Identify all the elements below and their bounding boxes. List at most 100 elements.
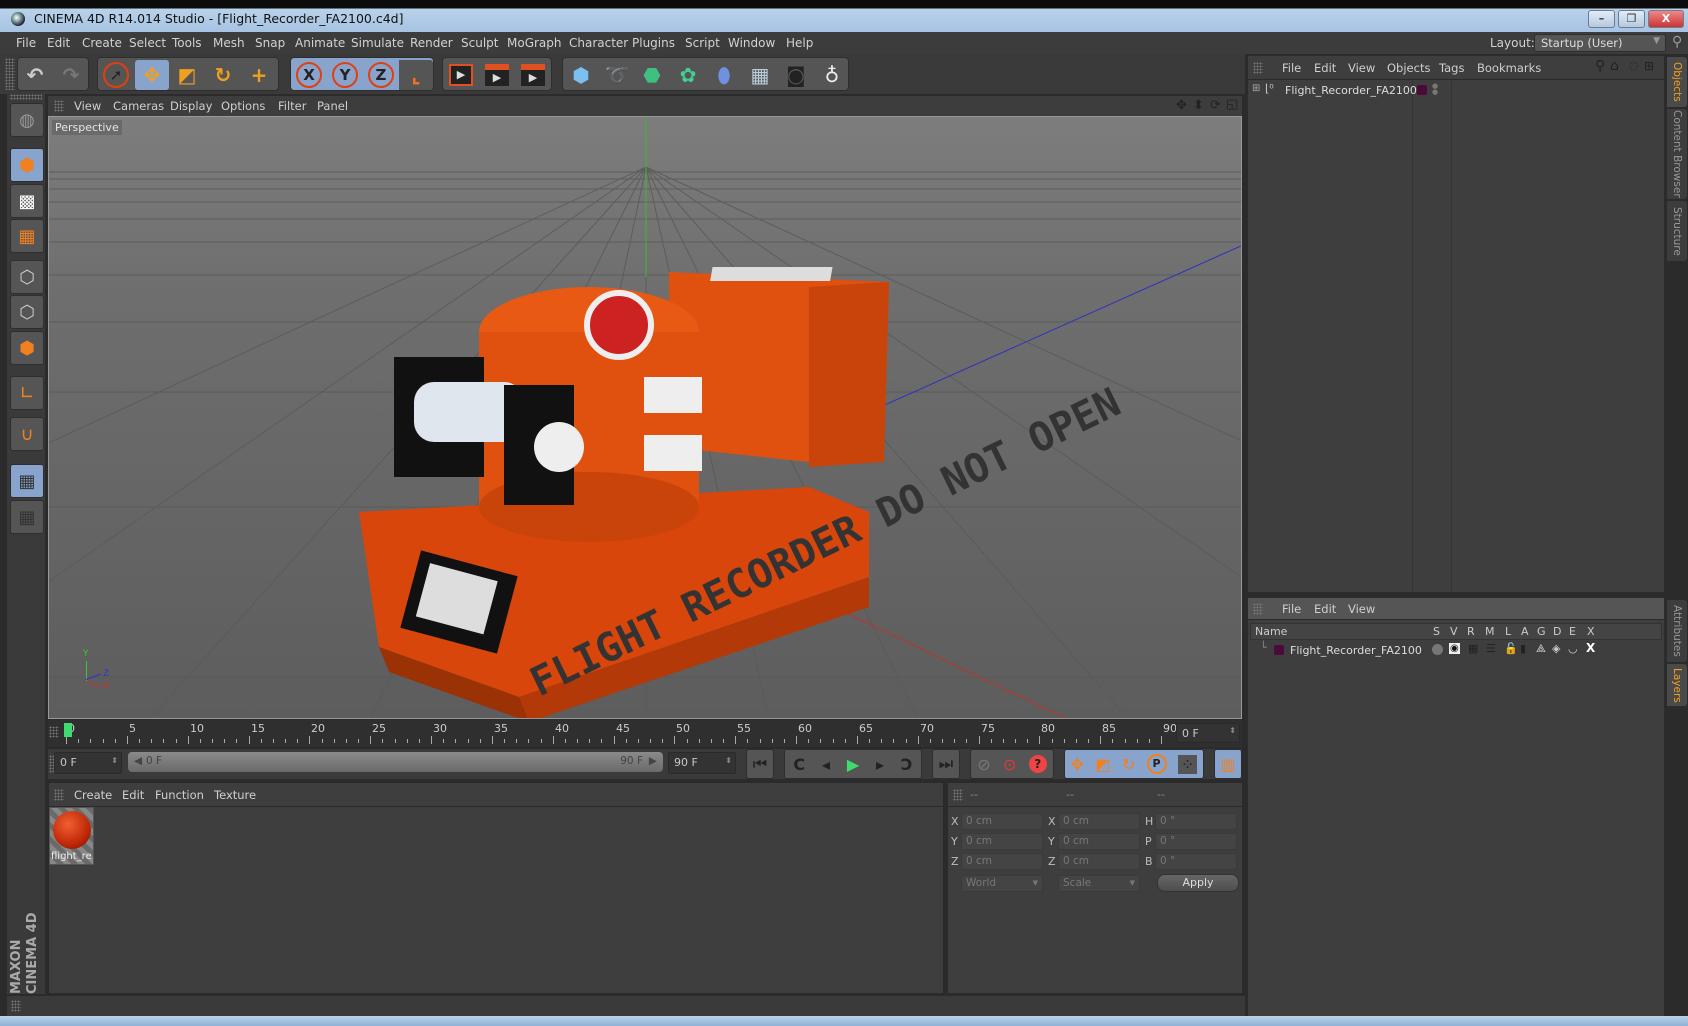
axis-mode-button[interactable]: ∟ [10, 376, 44, 410]
menu-window[interactable]: Window [728, 36, 775, 50]
menu-help[interactable]: Help [786, 36, 813, 50]
tab-objects[interactable]: Objects [1667, 57, 1687, 107]
goto-end-button[interactable]: ⏭ [932, 749, 960, 779]
record-position-button[interactable]: ✥ [1071, 755, 1084, 774]
record-scale-button[interactable]: ◩ [1095, 755, 1110, 774]
deformers-icon[interactable]: ◈ [1552, 642, 1560, 655]
layer-column-l[interactable]: L [1505, 625, 1511, 638]
restore-button[interactable]: ❐ [1618, 10, 1645, 28]
visibility-dots-icon[interactable]: ● ● [1432, 83, 1438, 96]
rot-b-field[interactable]: 0 ° [1155, 853, 1237, 870]
layer-color-swatch[interactable] [1274, 645, 1284, 655]
rot-h-field[interactable]: 0 ° [1155, 813, 1237, 830]
object-menu-objects[interactable]: Objects [1387, 61, 1430, 75]
workplane-lock-button[interactable]: ▦ [10, 464, 44, 498]
minimize-button[interactable]: – [1588, 10, 1615, 28]
zoom-icon[interactable]: ⬍ [1193, 98, 1204, 113]
add-deformer-button[interactable]: ⬮ [707, 60, 741, 90]
coordinate-mode-select[interactable]: World ▼ [961, 875, 1043, 892]
menu-sculpt[interactable]: Sculpt [461, 36, 498, 50]
layer-menu-edit[interactable]: Edit [1314, 602, 1336, 616]
menu-character[interactable]: Character [569, 36, 628, 50]
add-cube-button[interactable]: ⬢ [564, 60, 598, 90]
goto-next-frame-button[interactable]: ▸ [876, 755, 884, 774]
render-clapper-icon[interactable]: ▦ [1468, 642, 1478, 655]
object-menu-bookmarks[interactable]: Bookmarks [1477, 61, 1541, 75]
model-mode-button[interactable]: ⬢ [10, 148, 44, 182]
expand-icon[interactable]: ⊞ [1252, 83, 1260, 94]
layer-column-r[interactable]: R [1467, 625, 1475, 638]
menu-select[interactable]: Select [129, 36, 166, 50]
goto-prev-key-button[interactable]: C [793, 755, 805, 774]
start-frame-field[interactable]: 0 F ⬍ [54, 752, 122, 774]
animation-icon[interactable]: ▮ [1520, 642, 1526, 655]
scale-tool-button[interactable]: ◩ [170, 60, 204, 90]
tab-content-browser[interactable]: Content Browser [1667, 109, 1687, 199]
timeline-grip[interactable] [49, 726, 59, 738]
tab-layers[interactable]: Layers [1667, 664, 1687, 706]
camera-label[interactable]: Perspective [52, 120, 122, 135]
size-y-field[interactable]: 0 cm [1058, 833, 1140, 850]
layer-column-m[interactable]: M [1485, 625, 1495, 638]
redo-button[interactable]: ↷ [54, 60, 88, 90]
render-settings-button[interactable]: ▶ [516, 60, 550, 90]
workplane-mode-button[interactable]: ▦ [10, 219, 44, 253]
add-cloner-button[interactable]: ✿ [671, 60, 705, 90]
rot-p-field[interactable]: 0 ° [1155, 833, 1237, 850]
record-parameter-button[interactable]: P [1146, 754, 1167, 774]
home-icon[interactable]: ⌂ [1610, 58, 1619, 74]
solo-toggle[interactable] [1432, 644, 1443, 655]
menu-plugins[interactable]: Plugins [632, 36, 675, 50]
play-forward-button[interactable]: ▶ [847, 755, 859, 774]
goto-start-button[interactable]: ⏮ [746, 749, 774, 779]
x-axis-button[interactable]: X [292, 60, 326, 90]
current-frame-field[interactable]: 0 F ⬍ [1176, 723, 1240, 743]
move-tool-button[interactable]: ✥ [135, 60, 169, 90]
viewport-menu-grip[interactable] [54, 100, 64, 112]
layer-name[interactable]: Flight_Recorder_FA2100 [1290, 644, 1422, 657]
menu-create[interactable]: Create [82, 36, 122, 50]
add-subdivision-button[interactable]: ⬣ [635, 60, 669, 90]
object-menu-tags[interactable]: Tags [1439, 61, 1464, 75]
polygons-mode-button[interactable]: ⬢ [10, 331, 44, 365]
layer-column-g[interactable]: G [1537, 625, 1546, 638]
pos-x-field[interactable]: 0 cm [961, 813, 1043, 830]
3d-viewport[interactable]: FLIGHT RECORDER DO NOT OPEN Perspective … [48, 116, 1242, 719]
layer-column-d[interactable]: D [1553, 625, 1561, 638]
menu-mograph[interactable]: MoGraph [507, 36, 562, 50]
object-menu-grip[interactable] [1253, 62, 1263, 74]
menu-tools[interactable]: Tools [172, 36, 202, 50]
toolbar-grip[interactable] [5, 58, 15, 90]
size-z-field[interactable]: 0 cm [1058, 853, 1140, 870]
object-menu-view[interactable]: View [1348, 61, 1375, 75]
menu-edit[interactable]: Edit [47, 36, 70, 50]
menu-mesh[interactable]: Mesh [213, 36, 245, 50]
eye-icon[interactable]: ◌ [1629, 59, 1639, 72]
search-icon[interactable]: ⚲ [1672, 34, 1682, 50]
layer-column-v[interactable]: V [1450, 625, 1458, 638]
layer-menu-file[interactable]: File [1282, 602, 1301, 616]
viewport-menu-options[interactable]: Options [221, 99, 265, 113]
record-rotation-button[interactable]: ↻ [1122, 755, 1135, 774]
close-button[interactable]: X [1648, 10, 1684, 28]
texture-mode-button[interactable]: ▩ [10, 184, 44, 218]
search-icon[interactable]: ⚲ [1595, 58, 1605, 74]
layer-column-a[interactable]: A [1521, 625, 1529, 638]
record-pla-button[interactable]: ⁘ [1177, 754, 1198, 774]
viewport-menu-panel[interactable]: Panel [317, 99, 348, 113]
menu-snap[interactable]: Snap [255, 36, 285, 50]
menu-script[interactable]: Script [685, 36, 720, 50]
coordinates-grip[interactable] [953, 789, 963, 801]
menu-simulate[interactable]: Simulate [351, 36, 404, 50]
timeline-ruler[interactable]: 051015202530354045505560657075808590 0 F… [48, 720, 1242, 747]
viewport-menu-filter[interactable]: Filter [278, 99, 306, 113]
menu-render[interactable]: Render [410, 36, 453, 50]
layer-column-e[interactable]: E [1569, 625, 1576, 638]
material-menu-texture[interactable]: Texture [214, 788, 256, 802]
viewport-menu-cameras[interactable]: Cameras [113, 99, 164, 113]
object-name[interactable]: Flight_Recorder_FA2100 [1285, 84, 1417, 97]
material-menu-edit[interactable]: Edit [122, 788, 144, 802]
edges-mode-button[interactable]: ⬡ [10, 295, 44, 329]
layer-row[interactable]: └ Flight_Recorder_FA2100 ◉ ▦ ☰ 🔓 ▮ ⟁ ◈ ◡… [1250, 641, 1662, 659]
layer-menu-grip[interactable] [1253, 603, 1263, 615]
